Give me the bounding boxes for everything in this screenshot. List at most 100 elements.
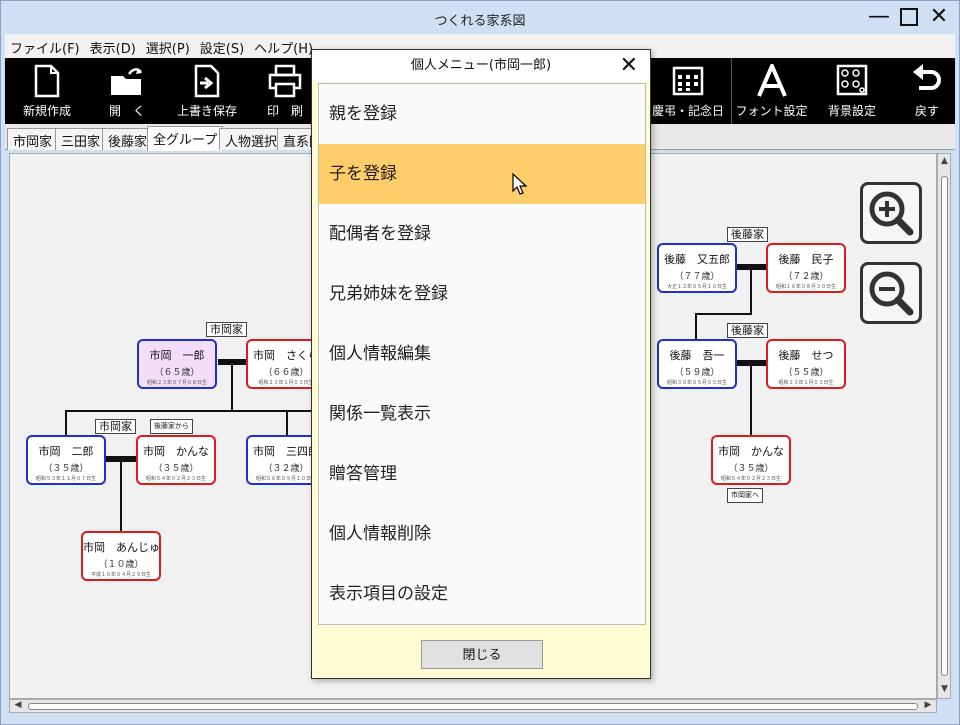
- person-card[interactable]: 市岡 かんな （３５歳） 昭和５４年０２月２３日生: [136, 435, 216, 485]
- menu-select[interactable]: 選択(P): [141, 34, 195, 57]
- person-card[interactable]: 市岡 あんじゅ （１０歳） 平成１６年０４月２９日生: [81, 531, 161, 581]
- person-birthdate: 昭和１６年０８月３０日生: [775, 284, 836, 290]
- menu-item-display-settings[interactable]: 表示項目の設定: [319, 564, 645, 624]
- person-card[interactable]: 後藤 吾一 （５９歳） 昭和３０年０５月０５日生: [657, 339, 737, 389]
- person-name: 後藤 又五郎: [664, 253, 730, 266]
- person-card[interactable]: 後藤 又五郎 （７７歳） 大正１２年０５月１０日生: [657, 243, 737, 293]
- font-icon: [756, 64, 787, 97]
- calendar-icon: [672, 66, 704, 96]
- scroll-down-icon[interactable]: ▼: [939, 684, 950, 696]
- person-card[interactable]: 市岡 かんな （３５歳） 昭和５４年０２月２３日生: [711, 435, 791, 485]
- minimize-icon[interactable]: —: [867, 5, 891, 29]
- family-link-label[interactable]: 市岡家へ: [727, 488, 763, 503]
- person-name: 市岡 かんな: [143, 445, 209, 458]
- close-button[interactable]: 閉じる: [421, 640, 543, 669]
- new-label: 新規作成: [22, 104, 71, 118]
- print-button[interactable]: 印 刷: [255, 58, 315, 124]
- app-window: つくれる家系図 — ✕ ファイル(F) 表示(D) 選択(P) 設定(S) ヘルプ(H)…: [0, 0, 960, 725]
- scroll-thumb[interactable]: [941, 176, 948, 676]
- person-birthdate: 昭和２３年０７月０８日生: [146, 380, 207, 386]
- vertical-scrollbar[interactable]: ▲ ▼: [937, 153, 951, 699]
- spouse-line: [106, 456, 138, 462]
- menu-item-register-sibling[interactable]: 兄弟姉妹を登録: [319, 264, 645, 324]
- scroll-right-icon[interactable]: ▶: [922, 700, 934, 712]
- family-label[interactable]: 後藤家: [727, 323, 768, 338]
- person-birthdate: 昭和３３年１月０３日生: [778, 380, 834, 386]
- undo-label: 戻す: [914, 104, 939, 118]
- horizontal-scrollbar[interactable]: ◀ ▶: [9, 699, 937, 713]
- scroll-up-icon[interactable]: ▲: [939, 156, 950, 168]
- menu-item-edit-info[interactable]: 個人情報編集: [319, 324, 645, 384]
- person-name: 市岡 二郎: [38, 445, 94, 458]
- person-age: （３５歳）: [153, 464, 199, 474]
- maximize-icon[interactable]: [897, 5, 921, 29]
- menu-item-gift-management[interactable]: 贈答管理: [319, 444, 645, 504]
- child-line: [65, 410, 67, 436]
- child-line: [231, 365, 233, 411]
- person-birthdate: 昭和５４年０２月２３日生: [145, 476, 206, 482]
- background-settings-button[interactable]: 背景設定: [817, 58, 887, 124]
- print-label: 印 刷: [266, 104, 303, 118]
- person-card[interactable]: 市岡 一郎 （６５歳） 昭和２３年０７月０８日生: [137, 339, 217, 389]
- window-title: つくれる家系図: [434, 14, 526, 29]
- tab-ichioka[interactable]: 市岡家: [7, 128, 59, 150]
- person-name: 後藤 せつ: [778, 349, 834, 362]
- tab-mita[interactable]: 三田家: [55, 128, 107, 150]
- menu-item-register-spouse[interactable]: 配偶者を登録: [319, 204, 645, 264]
- person-birthdate: 昭和５３年１１月０７日生: [35, 476, 96, 482]
- dialog-title: 個人メニュー(市岡一郎): [410, 58, 552, 73]
- child-line: [120, 462, 122, 532]
- open-button[interactable]: 開 く: [93, 58, 161, 124]
- person-age: （５９歳）: [674, 368, 720, 378]
- tab-goto[interactable]: 後藤家: [102, 128, 154, 150]
- open-folder-icon: [111, 68, 142, 95]
- zoom-in-icon: [869, 191, 914, 236]
- new-button[interactable]: 新規作成: [13, 58, 81, 124]
- person-card[interactable]: 後藤 民子 （７２歳） 昭和１６年０８月３０日生: [766, 243, 846, 293]
- zoom-in-button[interactable]: [860, 182, 922, 244]
- close-window-icon[interactable]: ✕: [927, 5, 951, 29]
- menu-settings[interactable]: 設定(S): [195, 34, 249, 57]
- person-birthdate: 昭和３０年０５月０５日生: [666, 380, 727, 386]
- tab-person-select[interactable]: 人物選択: [219, 128, 284, 150]
- scroll-left-icon[interactable]: ◀: [12, 700, 24, 712]
- menu-file[interactable]: ファイル(F): [5, 34, 85, 57]
- anniversary-label: 慶弔・記念日: [651, 104, 724, 118]
- person-name: 市岡 かんな: [718, 445, 784, 458]
- menu-item-relations-list[interactable]: 関係一覧表示: [319, 384, 645, 444]
- family-label[interactable]: 市岡家: [206, 322, 247, 337]
- menu-list: 親を登録 子を登録 配偶者を登録 兄弟姉妹を登録 個人情報編集 関係一覧表示 贈…: [318, 83, 646, 625]
- font-settings-button[interactable]: フォント設定: [731, 58, 811, 124]
- zoom-out-button[interactable]: [860, 262, 922, 324]
- undo-button[interactable]: 戻す: [901, 58, 953, 124]
- child-line: [695, 313, 697, 339]
- family-label[interactable]: 後藤家: [727, 227, 768, 242]
- scroll-thumb[interactable]: [28, 703, 918, 710]
- menu-item-delete-info[interactable]: 個人情報削除: [319, 504, 645, 564]
- menu-item-register-parent[interactable]: 親を登録: [319, 84, 645, 144]
- save-label: 上書き保存: [176, 104, 237, 118]
- menu-help[interactable]: ヘルプ(H): [249, 34, 318, 57]
- person-age: （５５歳）: [783, 368, 829, 378]
- person-birthdate: 平成１６年０４月２９日生: [90, 572, 151, 578]
- zoom-out-icon: [869, 271, 914, 316]
- anniversary-button[interactable]: 慶弔・記念日: [649, 58, 727, 124]
- family-origin-label[interactable]: 後藤家から: [150, 419, 193, 434]
- background-settings-label: 背景設定: [827, 104, 876, 118]
- family-label[interactable]: 市岡家: [95, 419, 136, 434]
- person-card[interactable]: 後藤 せつ （５５歳） 昭和３３年１月０３日生: [766, 339, 846, 389]
- person-name: 市岡 一郎: [149, 349, 205, 362]
- open-label: 開 く: [108, 104, 145, 118]
- close-icon[interactable]: ✕: [620, 53, 638, 79]
- tab-all-groups[interactable]: 全グループ: [147, 126, 224, 151]
- spouse-line: [218, 359, 248, 365]
- menu-view[interactable]: 表示(D): [85, 34, 141, 57]
- child-line: [750, 270, 752, 314]
- person-card[interactable]: 市岡 二郎 （３５歳） 昭和５３年１１月０７日生: [26, 435, 106, 485]
- save-button[interactable]: 上書き保存: [171, 58, 243, 124]
- printer-icon: [268, 64, 302, 98]
- menu-item-register-child[interactable]: 子を登録: [319, 144, 645, 204]
- sibling-line: [65, 410, 315, 412]
- child-line: [750, 366, 752, 436]
- person-name: 市岡 あんじゅ: [83, 541, 160, 554]
